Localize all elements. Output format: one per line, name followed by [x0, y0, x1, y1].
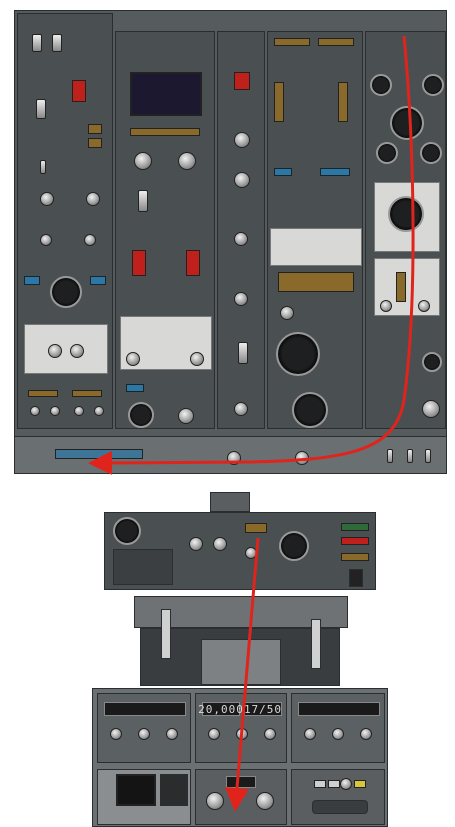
- arrow-path-overhead: [88, 35, 415, 475]
- flow-arrow: [88, 35, 415, 812]
- arrow-path-pedestal: [225, 537, 260, 812]
